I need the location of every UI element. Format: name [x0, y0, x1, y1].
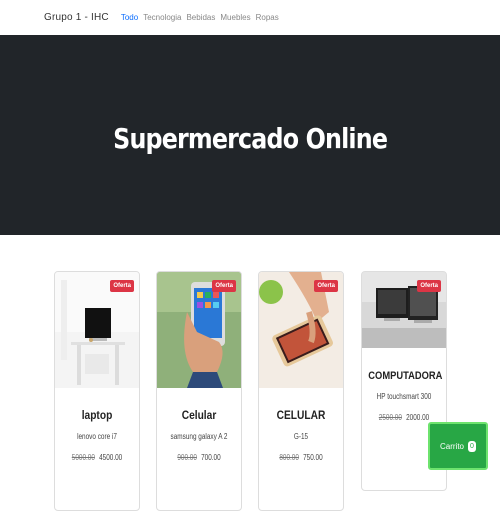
product-subtitle: samsung galaxy A 2 [170, 432, 228, 441]
product-title: laptop [81, 408, 113, 422]
old-price: 5000.00 [71, 453, 95, 462]
product-subtitle: HP touchsmart 300 [376, 392, 432, 401]
new-price: 700.00 [201, 453, 221, 462]
offer-badge: Oferta [417, 280, 441, 292]
nav-link-todo[interactable]: Todo [121, 13, 138, 22]
product-card-celular[interactable]: Oferta Celular samsung galaxy A 2 900.00… [156, 271, 242, 511]
product-subtitle: G-15 [293, 432, 309, 441]
offer-badge: Oferta [110, 280, 134, 292]
hero-banner: Supermercado Online [0, 35, 500, 235]
product-image-celular: Oferta [157, 272, 241, 388]
products-section: Oferta laptop lenovo core i7 5000.00 450… [0, 235, 500, 511]
product-subtitle: lenovo core i7 [77, 432, 117, 441]
cart-label: Carrito [439, 441, 464, 451]
cart-button[interactable]: Carrito 0 [428, 422, 488, 470]
product-price: 2500.00 2000.00 [370, 413, 437, 422]
nav-link-tecnologia[interactable]: Tecnologia [143, 13, 181, 22]
nav-link-ropas[interactable]: Ropas [256, 13, 279, 22]
old-price: 2500.00 [378, 413, 402, 422]
product-image-laptop: Oferta [55, 272, 139, 388]
product-image-computadora: Oferta [362, 272, 446, 348]
product-card-laptop[interactable]: Oferta laptop lenovo core i7 5000.00 450… [54, 271, 140, 511]
offer-badge: Oferta [212, 280, 236, 292]
product-card-celular-g15[interactable]: Oferta CELULAR G-15 800.00 750.00 [258, 271, 344, 511]
nav-link-bebidas[interactable]: Bebidas [186, 13, 215, 22]
old-price: 800.00 [279, 453, 299, 462]
product-price: 5000.00 4500.00 [63, 453, 130, 462]
product-title: Celular [181, 408, 217, 422]
navbar: Grupo 1 - IHC Todo Tecnologia Bebidas Mu… [0, 0, 500, 35]
new-price: 2000.00 [406, 413, 430, 422]
product-price: 800.00 750.00 [267, 453, 334, 462]
brand-logo[interactable]: Grupo 1 - IHC [44, 12, 109, 23]
cart-count-badge: 0 [468, 440, 476, 452]
offer-badge: Oferta [314, 280, 338, 292]
new-price: 750.00 [303, 453, 323, 462]
product-price: 900.00 700.00 [165, 453, 232, 462]
new-price: 4500.00 [99, 453, 123, 462]
old-price: 900.00 [177, 453, 197, 462]
nav-link-muebles[interactable]: Muebles [220, 13, 250, 22]
product-title: CELULAR [276, 408, 326, 422]
product-image-celular-g15: Oferta [259, 272, 343, 388]
hero-title: Supermercado Online [113, 121, 388, 155]
product-title: COMPUTADORA [368, 370, 443, 382]
